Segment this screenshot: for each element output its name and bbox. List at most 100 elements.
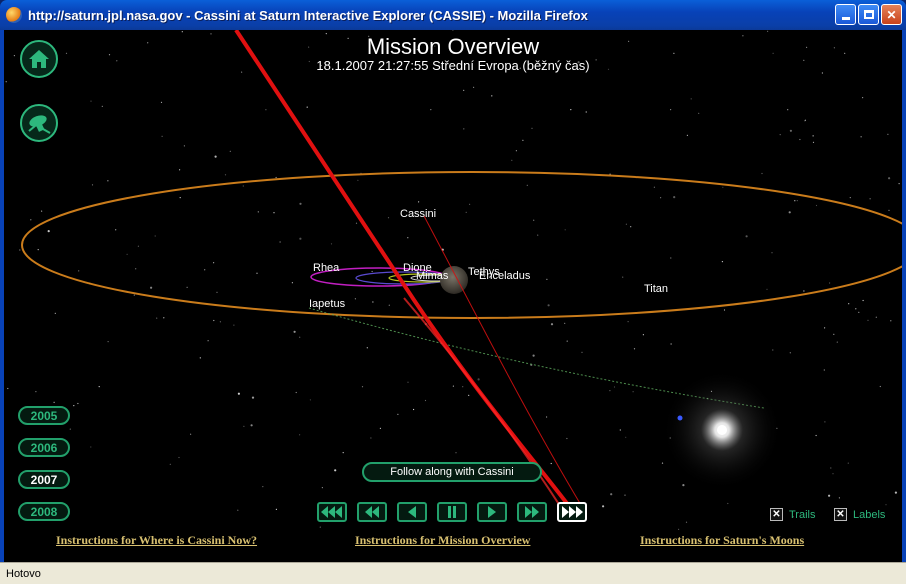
star — [7, 387, 9, 390]
star — [660, 197, 662, 199]
window-controls: ✕ — [835, 4, 902, 25]
star — [566, 437, 568, 440]
label-enceladus: Enceladus — [479, 270, 531, 282]
star — [796, 200, 798, 202]
star — [581, 351, 583, 353]
star — [430, 109, 432, 111]
sun — [717, 425, 727, 435]
star — [213, 262, 215, 264]
star — [761, 172, 763, 175]
star — [135, 268, 137, 270]
star — [265, 109, 267, 111]
trails-toggle[interactable]: ✕ Trails — [770, 508, 815, 521]
star — [885, 504, 887, 506]
star — [250, 424, 253, 427]
rewind-button[interactable] — [357, 502, 387, 522]
star — [309, 399, 311, 401]
where-is-cassini-instructions-link[interactable]: Instructions for Where is Cassini Now? — [56, 533, 257, 548]
star — [745, 235, 748, 238]
star — [181, 31, 183, 33]
star — [515, 150, 517, 152]
earth-dot — [677, 415, 683, 421]
star — [727, 502, 729, 505]
star — [867, 319, 869, 321]
star — [619, 429, 621, 431]
star — [370, 437, 372, 439]
year-button-2005[interactable]: 2005 — [18, 406, 70, 425]
star — [533, 219, 535, 221]
step-back-button[interactable] — [397, 502, 427, 522]
star — [355, 222, 358, 224]
star — [179, 197, 181, 199]
star — [824, 421, 826, 423]
step-forward-button[interactable] — [477, 502, 507, 522]
star — [625, 223, 628, 225]
star — [366, 347, 368, 349]
star — [78, 270, 80, 272]
home-button[interactable] — [20, 40, 58, 78]
star — [779, 134, 781, 136]
star — [204, 269, 206, 271]
pause-button[interactable] — [437, 502, 467, 522]
star — [237, 509, 239, 511]
star — [299, 434, 301, 436]
star — [566, 340, 568, 342]
star — [685, 521, 688, 523]
trails-checkbox[interactable]: ✕ — [770, 508, 783, 521]
star — [463, 128, 465, 130]
year-button-2007[interactable]: 2007 — [18, 470, 70, 489]
star — [98, 386, 100, 388]
star — [275, 508, 277, 510]
skip-to-start-button[interactable] — [317, 502, 347, 522]
star — [216, 291, 218, 293]
skip-to-end-button[interactable] — [557, 502, 587, 522]
star — [251, 396, 255, 399]
star — [698, 112, 700, 114]
star — [413, 408, 415, 411]
year-button-2008[interactable]: 2008 — [18, 502, 70, 521]
star — [511, 159, 513, 161]
star — [678, 528, 680, 530]
star — [789, 352, 791, 354]
close-button[interactable]: ✕ — [881, 4, 902, 25]
window-frame-right — [902, 30, 906, 562]
star — [463, 89, 465, 91]
star — [624, 494, 626, 496]
cassie-viewport[interactable]: Mission Overview 18.1.2007 21:27:55 Stře… — [4, 30, 902, 562]
star — [815, 434, 817, 437]
star — [54, 312, 56, 314]
star — [299, 202, 302, 205]
star — [491, 95, 493, 97]
star — [150, 286, 153, 289]
maximize-button[interactable] — [858, 4, 879, 25]
star — [178, 456, 180, 459]
star — [537, 234, 539, 236]
labels-checkbox[interactable]: ✕ — [834, 508, 847, 521]
star — [723, 309, 726, 311]
minimize-icon — [841, 17, 850, 20]
skip-to-end-icon — [562, 506, 583, 518]
star — [767, 30, 769, 32]
follow-cassini-button[interactable]: Follow along with Cassini — [362, 462, 542, 482]
star — [237, 392, 240, 395]
year-button-2006[interactable]: 2006 — [18, 438, 70, 457]
star — [469, 203, 471, 205]
spacecraft-button[interactable] — [20, 104, 58, 142]
fast-forward-button[interactable] — [517, 502, 547, 522]
maximize-icon — [863, 10, 874, 19]
labels-toggle[interactable]: ✕ Labels — [834, 508, 885, 521]
minimize-button[interactable] — [835, 4, 856, 25]
star — [848, 303, 850, 305]
star — [670, 109, 672, 111]
star — [473, 86, 475, 88]
star — [371, 270, 373, 273]
star — [47, 230, 50, 233]
star — [90, 446, 92, 448]
title-bar[interactable]: http://saturn.jpl.nasa.gov - Cassini at … — [0, 0, 906, 30]
star — [91, 184, 94, 186]
saturns-moons-instructions-link[interactable]: Instructions for Saturn's Moons — [640, 533, 804, 548]
mission-overview-instructions-link[interactable]: Instructions for Mission Overview — [355, 533, 530, 548]
star — [622, 276, 624, 278]
star — [455, 452, 457, 454]
star — [186, 286, 188, 288]
